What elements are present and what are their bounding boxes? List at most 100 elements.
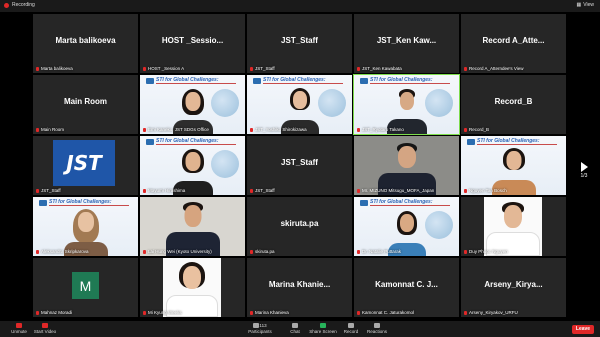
participant-name: Mi Kyung Weeks [143,310,182,315]
jst-logo-icon [146,78,154,84]
participant-tile[interactable]: M Mahnaz Moradi [33,258,138,317]
participant-name: Lai Hung Wei (Kyoto University) [143,249,212,254]
muted-mic-icon [464,310,467,315]
participant-tile[interactable]: HOST _Sessio... HOST _Session A [140,14,245,73]
participant-display-name: JST_Staff [281,36,318,45]
chat-button[interactable]: Chat [280,323,310,334]
muted-mic-icon [36,66,39,71]
globe-graphic [318,89,346,117]
participant-tile[interactable]: skiruta.pa skiruta.pa [247,197,352,256]
participant-video-tile[interactable]: STI for Global Challenges: JST_Yoshiko S… [247,75,352,134]
muted-mic-icon [464,188,467,193]
participant-name: Dr. Natalie Puttarak [357,249,401,254]
slide-banner: STI for Global Challenges: [360,77,455,86]
banner-line [370,205,450,206]
participant-display-name: Main Room [63,97,108,106]
participant-video-tile[interactable]: Mr. MIZUNO Mitsugu_MOFA_Japan [354,136,459,195]
participant-tile[interactable]: Marta balikoeva Marta balikoeva [33,14,138,73]
reactions-button[interactable]: Reactions [362,323,392,334]
banner-line [370,83,450,84]
banner-line [156,144,236,145]
face [185,152,200,171]
participant-video-tile[interactable]: STI for Global Challenges: Aleksandra Sk… [33,197,138,256]
participant-tile[interactable]: JST JST_Staff [33,136,138,195]
participant-tile[interactable]: JST_Staff JST_Staff [247,14,352,73]
muted-mic-icon [250,66,253,71]
name-label: Duy Phuoc Nguyen [469,249,508,254]
reactions-icon [374,323,380,328]
participant-name: Marta balikoeva [36,66,73,71]
muted-mic-icon [36,188,39,193]
participant-name: Aleksandra Skripkarova [36,249,89,254]
name-label: skiruta.pa [255,249,275,254]
muted-mic-icon [250,188,253,193]
video-grid: Marta balikoeva Marta balikoeva HOST _Se… [33,14,567,319]
participant-name: Mahnaz Moradi [36,310,72,315]
face [399,92,414,110]
share-screen-icon [320,323,326,328]
recording-label: Recording [12,2,35,8]
participant-tile[interactable]: Record A_Atte... Record A_Atterndee's Vi… [461,14,566,73]
unmute-label: Unmute [11,329,27,334]
globe-graphic [425,89,453,117]
participant-display-name: Marta balikoeva [55,36,116,45]
participant-video-tile[interactable]: STI for Global Challenges: Emi Kaneko, J… [140,75,245,134]
jst-logo: JST [53,140,115,186]
muted-mic-icon [143,249,146,254]
muted-mic-icon [36,127,39,132]
globe-graphic [211,150,239,178]
name-label: JST_Staff [255,66,275,71]
name-label: Marina Khanieva [255,310,289,315]
muted-mic-icon [143,127,146,132]
participant-name: Mr. MIZUNO Mitsugu_MOFA_Japan [357,188,434,193]
slide-banner: STI for Global Challenges: [467,138,562,147]
next-page-button[interactable]: 1/3 [570,160,598,182]
muted-mic-icon [36,310,39,315]
face [504,205,522,228]
participant-display-name: Arseny_Kirya... [484,280,543,289]
slide-banner: STI for Global Challenges: [253,77,348,86]
avatar: M [72,272,99,299]
participant-tile[interactable]: Duy Phuoc Nguyen [461,197,566,256]
participant-name: JST_Staff [36,188,61,193]
participant-tile[interactable]: Kamonnat C. J... Kamonnat C. Jaturakomol [354,258,459,317]
participant-tile[interactable]: Marina Khanie... Marina Khanieva [247,258,352,317]
participant-name: Nguyen Tan Bosch [464,188,507,193]
muted-mic-icon [36,249,39,254]
participant-name: Mayumi Hirashima [143,188,185,193]
name-label: Arseny_Kiryakov_URFU [469,310,518,315]
participant-tile[interactable]: Main Room Main Room [33,75,138,134]
view-button[interactable]: ▦ View [577,2,594,8]
participant-video-tile[interactable]: STI for Global Challenges: Nguyen Tan Bo… [461,136,566,195]
participants-label: Participants [248,329,272,334]
muted-mic-icon [464,249,467,254]
name-label: Aleksandra Skripkarova [41,249,89,254]
start-video-button[interactable]: Start Video [30,323,60,334]
start-video-label: Start Video [33,329,57,334]
participant-tile[interactable]: JST_Ken Kaw... JST_Ken Kawabata [354,14,459,73]
view-label: View [583,2,594,8]
banner-line [156,83,236,84]
reactions-label: Reactions [366,329,387,334]
participant-name: Arseny_Kiryakov_URFU [464,310,518,315]
jst-logo-icon [39,200,47,206]
participant-video-tile[interactable]: STI for Global Challenges: Mayumi Hirash… [140,136,245,195]
leave-button[interactable]: Leave [572,325,594,334]
chat-label: Chat [290,329,300,334]
participant-video-tile[interactable]: STI for Global Challenges: Dr. Natalie P… [354,197,459,256]
face [77,212,94,232]
share-screen-label: Share Screen [309,329,337,334]
participant-name: JST_Staff [250,66,275,71]
share-screen-button[interactable]: Share Screen [308,323,338,334]
video-off-icon [42,323,48,328]
name-label: HOST _Session A [148,66,185,71]
participant-tile[interactable]: JST_Staff JST_Staff [247,136,352,195]
participants-button[interactable]: 113 Participants [245,323,275,334]
participant-tile[interactable]: Arseny_Kirya... Arseny_Kiryakov_URFU [461,258,566,317]
participant-tile[interactable]: Mi Kyung Weeks [140,258,245,317]
muted-mic-icon [250,127,253,132]
participant-video-tile[interactable]: Lai Hung Wei (Kyoto University) [140,197,245,256]
profile-photo [163,258,221,317]
active-speaker-tile[interactable]: STI for Global Challenges: JST_Ryotaro T… [353,74,460,135]
participant-tile[interactable]: Record_B Record_B [461,75,566,134]
